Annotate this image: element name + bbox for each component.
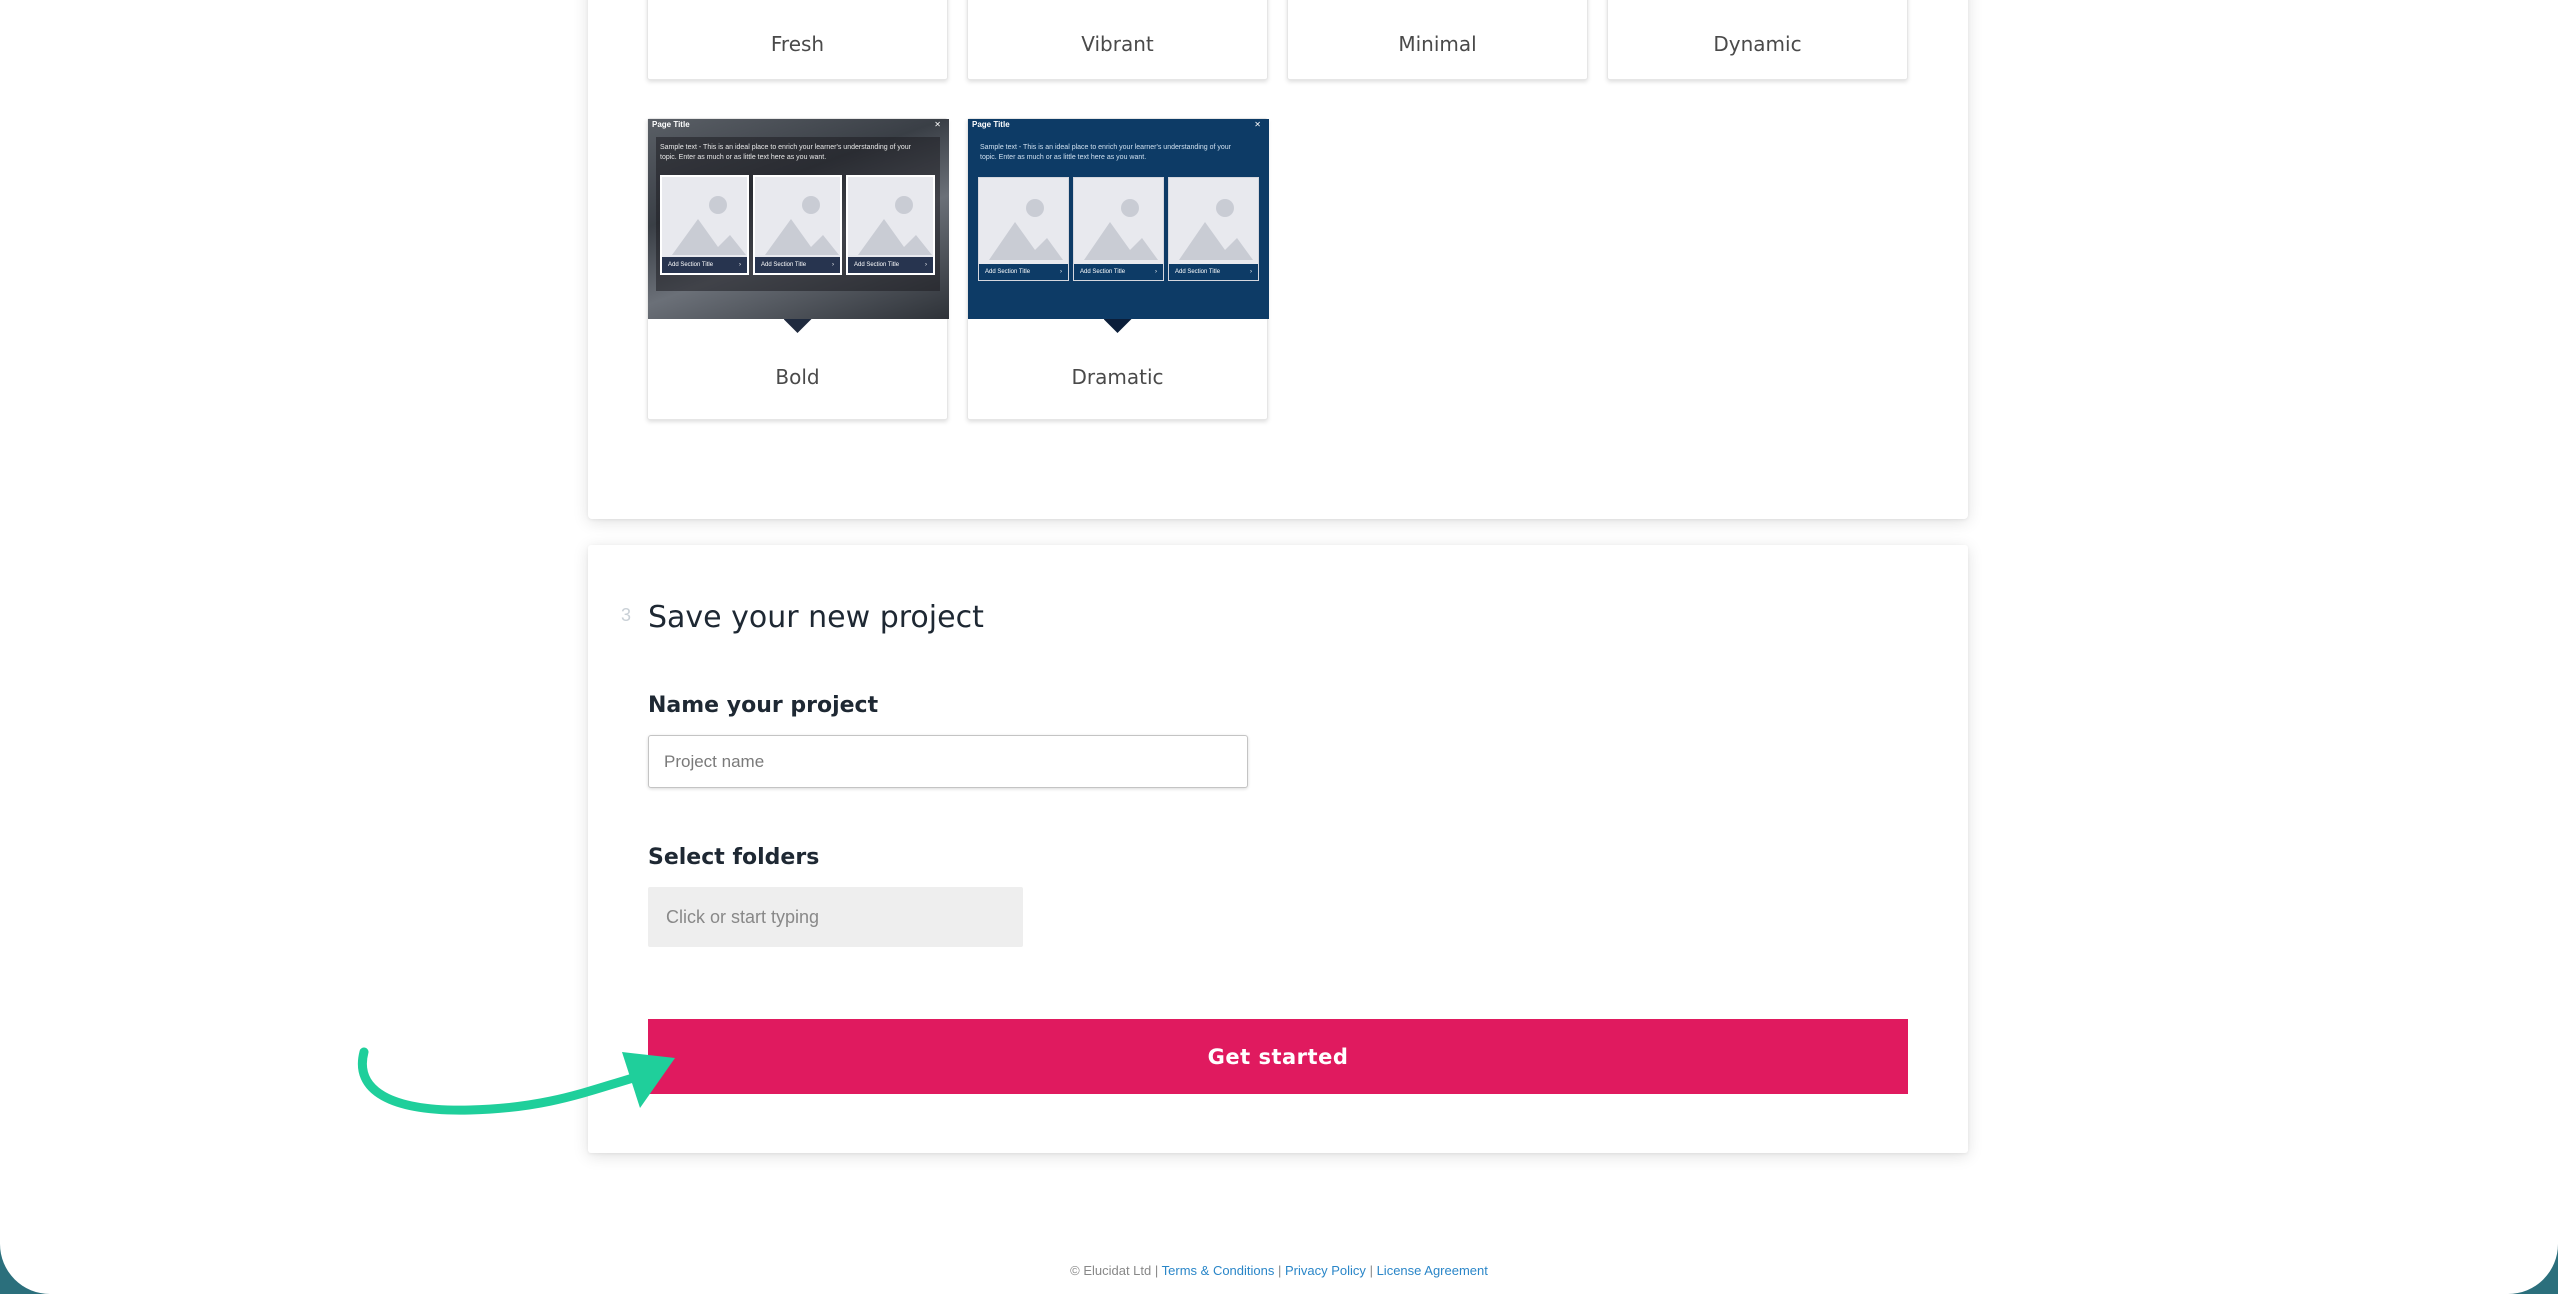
section-card: Add Section Title ›	[978, 177, 1069, 281]
section-card: Add Section Title ›	[1168, 177, 1259, 281]
chevron-right-icon: ›	[1155, 269, 1157, 275]
section-card: Add Section Title ›	[753, 175, 842, 275]
preview-text: Sample text - This is an ideal place to …	[660, 144, 912, 161]
preview-sections: Add Section Title › Add Section Title › Ad…	[660, 175, 935, 275]
section-caption: Add Section Title	[985, 269, 1031, 275]
theme-name: Fresh	[770, 32, 825, 56]
select-folders-label: Select folders	[648, 845, 820, 870]
section-card: Add Section Title ›	[846, 175, 935, 275]
chevron-right-icon: ›	[925, 262, 927, 268]
theme-tile-minimal[interactable]: Minimal	[1287, 0, 1588, 80]
image-placeholder-icon	[858, 196, 932, 255]
section-caption: Add Section Title	[854, 262, 900, 268]
page: Fresh Vibrant Minimal Dynamic Page Title…	[0, 0, 2558, 1294]
footer-copyright: © Elucidat Ltd	[1070, 1263, 1152, 1278]
chevron-right-icon: ›	[739, 262, 741, 268]
image-placeholder-icon	[989, 199, 1063, 260]
preview-sections: Add Section Title › Add Section Title › Ad…	[978, 177, 1259, 281]
theme-tile-vibrant[interactable]: Vibrant	[967, 0, 1268, 80]
section-title: Save your new project	[648, 600, 984, 635]
theme-name: Bold	[775, 365, 820, 389]
theme-tile-fresh[interactable]: Fresh	[647, 0, 948, 80]
close-icon: ✕	[934, 120, 941, 129]
theme-name: Vibrant	[1081, 32, 1154, 56]
save-project-card: 3 Save your new project Name your projec…	[588, 545, 1968, 1153]
footer-separator: |	[1278, 1263, 1282, 1278]
section-card: Add Section Title ›	[660, 175, 749, 275]
theme-pin-icon	[1103, 319, 1132, 333]
project-name-input[interactable]	[648, 735, 1248, 788]
theme-name: Dramatic	[1071, 365, 1164, 389]
bold-preview: Page Title ✕ Sample text - This is an id…	[648, 119, 949, 319]
terms-link[interactable]: Terms & Conditions	[1162, 1263, 1275, 1278]
image-placeholder-icon	[1179, 199, 1253, 260]
get-started-button[interactable]: Get started	[648, 1019, 1908, 1094]
annotation-arrow-icon	[358, 1047, 675, 1115]
chevron-right-icon: ›	[832, 262, 834, 268]
preview-page-title: Page Title	[972, 120, 1010, 129]
footer: © Elucidat Ltd | Terms & Conditions | Pr…	[0, 1263, 2558, 1278]
theme-name: Minimal	[1398, 32, 1477, 56]
dramatic-preview: Page Title ✕ Sample text - This is an id…	[968, 119, 1269, 319]
theme-tile-bold[interactable]: Page Title ✕ Sample text - This is an id…	[647, 118, 949, 420]
section-caption: Add Section Title	[1080, 269, 1126, 275]
image-placeholder-icon	[765, 196, 839, 255]
theme-tile-dramatic[interactable]: Page Title ✕ Sample text - This is an id…	[967, 118, 1269, 420]
section-card: Add Section Title ›	[1073, 177, 1164, 281]
chevron-right-icon: ›	[1250, 269, 1252, 275]
image-placeholder-icon	[1084, 199, 1158, 260]
theme-pin-icon	[783, 319, 812, 333]
folder-select-input[interactable]: Click or start typing	[648, 887, 1023, 947]
privacy-link[interactable]: Privacy Policy	[1285, 1263, 1366, 1278]
section-caption: Add Section Title	[761, 262, 807, 268]
image-placeholder-icon	[672, 196, 746, 255]
project-name-label: Name your project	[648, 693, 879, 718]
license-link[interactable]: License Agreement	[1377, 1263, 1488, 1278]
footer-separator: |	[1369, 1263, 1373, 1278]
section-caption: Add Section Title	[668, 262, 714, 268]
theme-name: Dynamic	[1713, 32, 1802, 56]
chevron-right-icon: ›	[1060, 269, 1062, 275]
preview-page-title: Page Title	[652, 120, 690, 129]
theme-tile-dynamic[interactable]: Dynamic	[1607, 0, 1908, 80]
step-number: 3	[621, 605, 632, 625]
preview-text: Sample text - This is an ideal place to …	[980, 144, 1232, 161]
theme-selection-card: Fresh Vibrant Minimal Dynamic Page Title…	[588, 0, 1968, 519]
close-icon: ✕	[1254, 120, 1261, 129]
section-caption: Add Section Title	[1175, 269, 1221, 275]
footer-separator: |	[1154, 1263, 1159, 1278]
